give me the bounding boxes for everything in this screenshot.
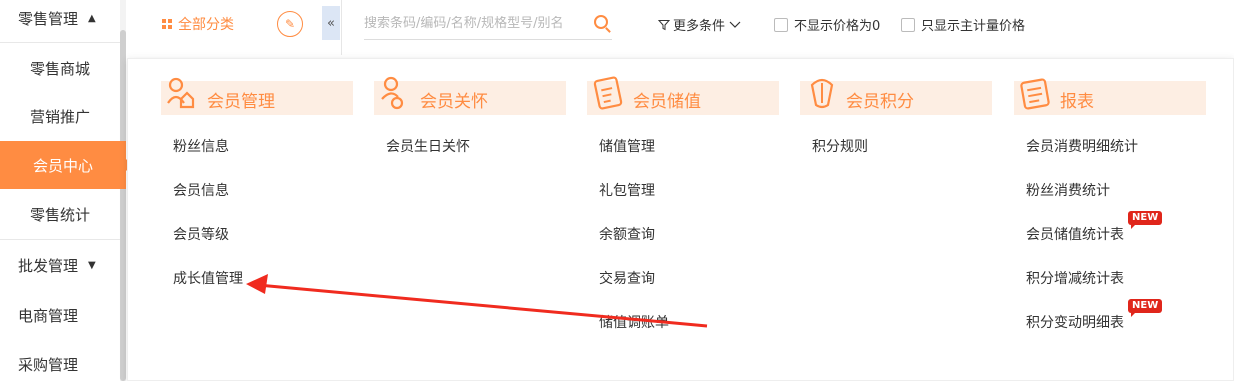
menu-column-points: 会员积分 积分规则 <box>800 78 992 155</box>
sidebar-group-label: 批发管理 <box>18 256 79 275</box>
menu-item-points-change-report[interactable]: 积分增减统计表 <box>1026 269 1138 313</box>
member-stored-value-icon <box>593 76 623 110</box>
menu-item-member-consumption-stats[interactable]: 会员消费明细统计 <box>1026 137 1138 181</box>
menu-column-title: 会员管理 <box>207 92 275 112</box>
sidebar-item-label: 会员中心 <box>32 156 93 175</box>
member-care-icon <box>381 76 404 110</box>
menu-column-header: 会员储值 <box>587 76 779 115</box>
grid-icon <box>162 19 172 29</box>
sidebar-item-retail-stats[interactable]: 零售统计 <box>0 190 120 238</box>
menu-item-balance-query[interactable]: 余额查询 <box>599 225 669 269</box>
menu-item-label: 积分变动明细表 <box>1026 315 1124 331</box>
sidebar: 零售管理 ▲ 零售商城 营销推广 会员中心 零售统计 批发管理 ▼ 电商管理 采… <box>0 0 132 381</box>
sidebar-item-retail-mall[interactable]: 零售商城 <box>0 44 120 92</box>
menu-item-member-info[interactable]: 会员信息 <box>173 181 243 225</box>
checkbox-label: 只显示主计量价格 <box>921 19 1026 34</box>
menu-item-fans-info[interactable]: 粉丝信息 <box>173 137 243 181</box>
search-box <box>364 8 612 40</box>
divider <box>341 0 342 55</box>
menu-items: 粉丝信息 会员信息 会员等级 成长值管理 <box>173 137 243 313</box>
menu-column-title: 会员关怀 <box>420 92 488 112</box>
menu-item-growth-value[interactable]: 成长值管理 <box>173 269 243 313</box>
sidebar-group-purchase[interactable]: 采购管理 <box>0 346 120 381</box>
menu-item-stored-value-adjustment[interactable]: 储值调账单 <box>599 313 669 357</box>
sidebar-item-label: 零售统计 <box>29 205 90 224</box>
caret-down-icon: ▼ <box>88 259 96 271</box>
menu-column-header: 会员积分 <box>800 78 992 115</box>
menu-column-title: 报表 <box>1060 92 1094 112</box>
sidebar-item-label: 零售商城 <box>29 59 90 78</box>
divider <box>0 239 120 240</box>
menu-item-fans-consumption-stats[interactable]: 粉丝消费统计 <box>1026 181 1138 225</box>
sidebar-item-label: 营销推广 <box>29 107 90 126</box>
menu-items: 储值管理 礼包管理 余额查询 交易查询 储值调账单 <box>599 137 669 357</box>
menu-column-title: 会员积分 <box>846 92 914 112</box>
menu-column-header: 会员关怀 <box>374 76 566 115</box>
member-center-menu: 会员管理 粉丝信息 会员信息 会员等级 成长值管理 会员关怀 会员生日关怀 会员… <box>127 58 1234 381</box>
chevron-down-icon <box>729 21 741 28</box>
menu-column-title: 会员储值 <box>633 92 701 112</box>
menu-item-member-stored-value-report[interactable]: 会员储值统计表 NEW <box>1026 211 1163 269</box>
menu-item-member-level[interactable]: 会员等级 <box>173 225 243 269</box>
menu-item-points-rules[interactable]: 积分规则 <box>812 137 868 181</box>
all-categories-label: 全部分类 <box>178 17 234 33</box>
filter-icon <box>658 19 670 30</box>
sidebar-item-member-center[interactable]: 会员中心 <box>0 141 132 189</box>
new-badge: NEW <box>1128 299 1163 317</box>
sidebar-item-marketing[interactable]: 营销推广 <box>0 92 120 140</box>
menu-column-reports: 报表 会员消费明细统计 粉丝消费统计 会员储值统计表 NEW 积分增减统计表 积… <box>1014 78 1206 331</box>
more-conditions-button[interactable]: 更多条件 <box>658 15 741 34</box>
more-conditions-label: 更多条件 <box>673 19 726 34</box>
menu-items: 会员消费明细统计 粉丝消费统计 会员储值统计表 NEW 积分增减统计表 积分变动… <box>1026 137 1163 357</box>
sidebar-scroll-thumb[interactable] <box>120 30 126 381</box>
checkbox-label: 不显示价格为0 <box>794 19 881 34</box>
sidebar-group-label: 电商管理 <box>18 306 79 325</box>
menu-column-member-management: 会员管理 粉丝信息 会员信息 会员等级 成长值管理 <box>161 77 353 287</box>
collapse-icon[interactable]: « <box>322 6 340 40</box>
member-points-icon <box>810 78 834 109</box>
menu-item-gift-package[interactable]: 礼包管理 <box>599 181 669 225</box>
menu-item-birthday-care[interactable]: 会员生日关怀 <box>386 137 470 181</box>
menu-items: 会员生日关怀 <box>386 137 470 181</box>
search-icon[interactable] <box>594 15 608 29</box>
sidebar-scrollbar[interactable] <box>120 0 126 381</box>
hide-zero-price-checkbox[interactable]: 不显示价格为0 <box>774 15 880 34</box>
caret-up-icon: ▲ <box>88 12 96 24</box>
toolbar: 全部分类 ✎ « 更多条件 不显示价格为0 只显示主计量价格 <box>126 0 1234 55</box>
checkbox-box[interactable] <box>774 17 788 32</box>
divider <box>0 42 120 43</box>
menu-column-header: 会员管理 <box>161 77 353 115</box>
sidebar-group-retail[interactable]: 零售管理 ▲ <box>0 0 120 36</box>
sidebar-group-wholesale[interactable]: 批发管理 ▼ <box>0 247 120 283</box>
menu-column-stored-value: 会员储值 储值管理 礼包管理 余额查询 交易查询 储值调账单 <box>587 76 779 331</box>
main-unit-price-only-checkbox[interactable]: 只显示主计量价格 <box>901 15 1025 34</box>
member-management-icon <box>167 77 195 109</box>
menu-item-label: 会员储值统计表 <box>1026 227 1124 243</box>
report-icon <box>1020 78 1050 110</box>
all-categories-button[interactable]: 全部分类 <box>162 14 234 34</box>
new-badge: NEW <box>1128 211 1163 229</box>
menu-item-stored-value-management[interactable]: 储值管理 <box>599 137 669 181</box>
edit-icon[interactable]: ✎ <box>277 11 303 37</box>
sidebar-group-label: 采购管理 <box>18 355 79 374</box>
menu-item-points-detail-report[interactable]: 积分变动明细表 NEW <box>1026 299 1163 357</box>
sidebar-group-ecommerce[interactable]: 电商管理 <box>0 297 120 333</box>
menu-column-member-care: 会员关怀 会员生日关怀 <box>374 76 566 155</box>
search-input[interactable] <box>364 16 584 31</box>
menu-items: 积分规则 <box>812 137 868 181</box>
menu-column-header: 报表 <box>1014 78 1206 115</box>
checkbox-box[interactable] <box>901 17 915 32</box>
sidebar-group-label: 零售管理 <box>18 9 79 28</box>
menu-item-transaction-query[interactable]: 交易查询 <box>599 269 669 313</box>
